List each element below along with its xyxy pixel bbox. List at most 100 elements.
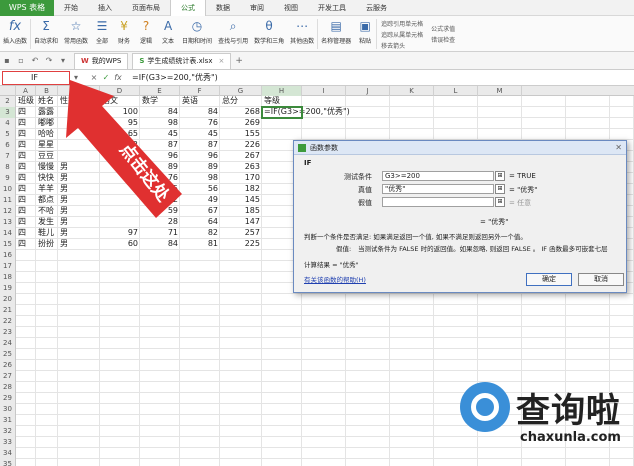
close-icon[interactable]: ✕ [615,143,622,152]
trace-dependents-button[interactable]: 追踪从属单元格 [381,30,423,39]
header-cell[interactable]: 等级 [264,96,280,106]
math-trig-button[interactable]: θ 数学和三角 [251,16,287,52]
redo-icon[interactable]: ↷ [44,56,54,66]
undo-icon[interactable]: ↶ [30,56,40,66]
table-cell[interactable]: 185 [222,206,260,216]
row-header[interactable]: 16 [0,250,16,261]
table-cell[interactable]: 四 [18,140,26,150]
range-select-icon[interactable]: ⊞ [495,197,505,207]
menu-review[interactable]: 审阅 [240,0,274,16]
table-cell[interactable]: 263 [222,162,260,172]
table-cell[interactable]: 257 [222,228,260,238]
table-cell[interactable]: 快快 [38,173,54,183]
column-header-M[interactable]: M [478,86,522,96]
table-cell[interactable]: 嘟嘟 [38,118,54,128]
menu-view[interactable]: 视图 [274,0,308,16]
table-cell[interactable]: 81 [182,239,218,249]
table-cell[interactable]: 145 [222,195,260,205]
row-header[interactable]: 35 [0,459,16,466]
trace-precedents-button[interactable]: 追踪引用单元格 [381,19,423,28]
row-header[interactable]: 27 [0,371,16,382]
row-header[interactable]: 2 [0,96,16,107]
table-cell[interactable]: 四 [18,195,26,205]
column-header-I[interactable]: I [302,86,346,96]
row-header[interactable]: 4 [0,118,16,129]
header-cell[interactable]: 姓名 [38,96,54,106]
arg-input-test[interactable]: G3>=200 [382,171,494,181]
row-header[interactable]: 15 [0,239,16,250]
row-header[interactable]: 9 [0,173,16,184]
paste-button[interactable]: ▣ 粘贴 [354,16,376,52]
row-header[interactable]: 31 [0,415,16,426]
save-icon[interactable]: ▪ [2,56,12,66]
row-header[interactable]: 3 [0,107,16,118]
menu-insert[interactable]: 插入 [88,0,122,16]
row-header[interactable]: 14 [0,228,16,239]
table-cell[interactable]: 星星 [38,140,54,150]
table-cell[interactable]: 四 [18,206,26,216]
row-header[interactable]: 30 [0,404,16,415]
table-cell[interactable]: 哈哈 [38,129,54,139]
row-header[interactable]: 5 [0,129,16,140]
close-icon[interactable]: × [218,57,224,65]
table-cell[interactable]: 不哈 [38,206,54,216]
header-cell[interactable]: 班级 [18,96,34,106]
table-cell[interactable]: 四 [18,228,26,238]
row-header[interactable]: 29 [0,393,16,404]
menu-developer[interactable]: 开发工具 [308,0,356,16]
column-header-A[interactable]: A [16,86,36,96]
table-cell[interactable]: 267 [222,151,260,161]
table-cell[interactable]: 男 [60,239,68,249]
row-header[interactable]: 21 [0,305,16,316]
table-cell[interactable]: 四 [18,217,26,227]
row-header[interactable]: 25 [0,349,16,360]
table-cell[interactable]: 慢慢 [38,162,54,172]
table-cell[interactable]: 225 [222,239,260,249]
financial-button[interactable]: ¥ 财务 [113,16,135,52]
column-header-L[interactable]: L [434,86,478,96]
insert-function-button[interactable]: fx 插入函数 [0,16,30,52]
table-cell[interactable]: 四 [18,239,26,249]
cancel-button[interactable]: 取消 [578,273,624,286]
tab-my-wps[interactable]: W 我的WPS [74,52,129,69]
error-check-button[interactable]: 错误检查 [431,35,455,44]
row-header[interactable]: 19 [0,283,16,294]
table-cell[interactable]: 四 [18,173,26,183]
print-icon[interactable]: ▫ [16,56,26,66]
row-header[interactable]: 6 [0,140,16,151]
all-functions-button[interactable]: ☰ 全部 [91,16,113,52]
range-select-icon[interactable]: ⊞ [495,184,505,194]
row-header[interactable]: 8 [0,162,16,173]
row-header[interactable]: 12 [0,206,16,217]
menu-formulas[interactable]: 公式 [170,0,206,16]
table-cell[interactable]: 60 [102,239,138,249]
arg-input-true[interactable]: "优秀" [382,184,494,194]
dropdown-icon[interactable]: ▾ [58,56,68,66]
tab-file[interactable]: S 学生成绩统计表.xlsx × [132,52,232,69]
table-cell[interactable]: 170 [222,173,260,183]
table-cell[interactable]: 269 [222,118,260,128]
help-link[interactable]: 有关该函数的帮助(H) [304,274,366,284]
menu-cloud[interactable]: 云服务 [356,0,397,16]
row-header[interactable]: 10 [0,184,16,195]
table-cell[interactable]: 226 [222,140,260,150]
table-cell[interactable]: 鞋儿 [38,228,54,238]
remove-arrows-button[interactable]: 移去箭头 [381,41,423,50]
row-header[interactable]: 26 [0,360,16,371]
table-cell[interactable]: 四 [18,151,26,161]
arg-input-false[interactable] [382,197,494,207]
column-header-J[interactable]: J [346,86,390,96]
name-manager-button[interactable]: ▤ 名称管理器 [318,16,354,52]
autosum-button[interactable]: Σ 自动求和 [31,16,61,52]
row-header[interactable]: 32 [0,426,16,437]
row-header[interactable]: 22 [0,316,16,327]
row-header[interactable]: 20 [0,294,16,305]
new-tab-icon[interactable]: + [235,56,243,66]
name-box[interactable]: IF [2,70,70,85]
table-cell[interactable]: 268 [222,107,260,117]
table-cell[interactable]: 155 [222,129,260,139]
table-cell[interactable]: 露露 [38,107,54,117]
other-functions-button[interactable]: ⋯ 其他函数 [287,16,317,52]
select-all-corner[interactable] [0,86,16,96]
column-header-G[interactable]: G [220,86,262,96]
